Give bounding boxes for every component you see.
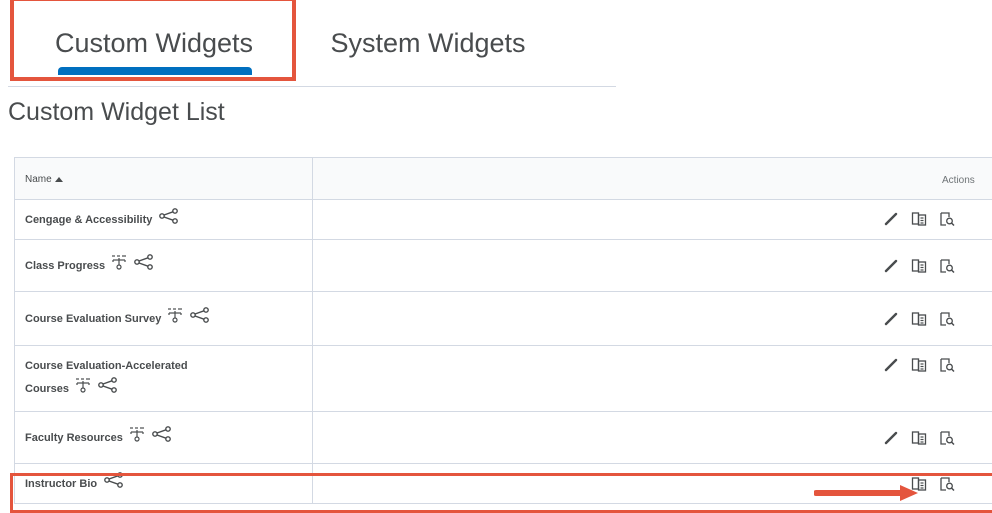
tab-system-widgets[interactable]: System Widgets bbox=[308, 0, 548, 86]
edit-icon[interactable] bbox=[883, 211, 899, 227]
actions-column-header: Actions bbox=[942, 175, 975, 186]
share-icon bbox=[189, 307, 211, 331]
preview-icon[interactable] bbox=[939, 357, 955, 373]
org-hierarchy-icon bbox=[167, 307, 183, 331]
edit-icon[interactable] bbox=[883, 311, 899, 327]
column-divider bbox=[312, 158, 313, 199]
widget-name-line: Cengage & Accessibility bbox=[25, 208, 180, 232]
column-divider bbox=[312, 200, 313, 239]
widget-name-cell: Course Evaluation Survey bbox=[25, 307, 211, 331]
page-title: Custom Widget List bbox=[8, 98, 225, 126]
row-actions bbox=[883, 476, 955, 492]
widget-name-link[interactable]: Faculty Resources bbox=[25, 427, 123, 449]
preview-icon[interactable] bbox=[939, 258, 955, 274]
widget-name-cell: Course Evaluation-Accelerated Courses bbox=[25, 355, 188, 401]
copy-icon[interactable] bbox=[911, 311, 927, 327]
column-divider bbox=[312, 464, 313, 503]
table-row: Course Evaluation Survey bbox=[14, 292, 992, 346]
widget-name-cell: Faculty Resources bbox=[25, 426, 173, 450]
tab-system-widgets-label: System Widgets bbox=[330, 27, 526, 58]
table-row: Faculty Resources bbox=[14, 412, 992, 464]
row-actions bbox=[883, 430, 955, 446]
preview-icon[interactable] bbox=[939, 430, 955, 446]
column-divider bbox=[312, 292, 313, 345]
copy-icon[interactable] bbox=[911, 258, 927, 274]
column-divider bbox=[312, 240, 313, 291]
share-icon bbox=[158, 208, 180, 232]
widget-name-line: Courses bbox=[25, 377, 188, 401]
share-icon bbox=[97, 377, 119, 401]
table-row: Instructor Bio bbox=[14, 464, 992, 504]
widget-name-line: Course Evaluation Survey bbox=[25, 307, 211, 331]
widget-name-line: Course Evaluation-Accelerated bbox=[25, 355, 188, 377]
org-hierarchy-icon bbox=[111, 254, 127, 278]
widget-name-link[interactable]: Instructor Bio bbox=[25, 473, 97, 495]
copy-icon[interactable] bbox=[911, 476, 927, 492]
share-icon bbox=[133, 254, 155, 278]
name-column-header[interactable]: Name bbox=[25, 174, 63, 185]
actions-spacer bbox=[883, 476, 899, 492]
share-icon bbox=[151, 426, 173, 450]
widget-name-line: Class Progress bbox=[25, 254, 155, 278]
widget-name-cell: Class Progress bbox=[25, 254, 155, 278]
sort-ascending-icon bbox=[54, 177, 63, 182]
edit-icon[interactable] bbox=[883, 258, 899, 274]
share-icon bbox=[103, 472, 125, 496]
table-header-row: Name Actions bbox=[14, 158, 992, 200]
column-divider bbox=[312, 412, 313, 463]
preview-icon[interactable] bbox=[939, 211, 955, 227]
row-actions bbox=[883, 258, 955, 274]
copy-icon[interactable] bbox=[911, 357, 927, 373]
column-divider bbox=[312, 346, 313, 411]
widget-name-line: Faculty Resources bbox=[25, 426, 173, 450]
widget-name-link[interactable]: Cengage & Accessibility bbox=[25, 209, 152, 231]
table-row: Class Progress bbox=[14, 240, 992, 292]
row-actions bbox=[883, 311, 955, 327]
widget-name-cell: Instructor Bio bbox=[25, 472, 125, 496]
copy-icon[interactable] bbox=[911, 430, 927, 446]
tab-custom-widgets-label: Custom Widgets bbox=[54, 27, 254, 58]
active-tab-indicator bbox=[58, 67, 252, 75]
widget-name-link[interactable]: Course Evaluation Survey bbox=[25, 308, 161, 330]
widget-name-link[interactable]: Courses bbox=[25, 378, 69, 400]
widget-name-link[interactable]: Course Evaluation-Accelerated bbox=[25, 355, 188, 377]
org-hierarchy-icon bbox=[129, 426, 145, 450]
row-actions bbox=[883, 211, 955, 227]
table-row: Course Evaluation-Accelerated Courses bbox=[14, 346, 992, 412]
org-hierarchy-icon bbox=[75, 377, 91, 401]
widget-name-line: Instructor Bio bbox=[25, 472, 125, 496]
widget-name-cell: Cengage & Accessibility bbox=[25, 208, 180, 232]
edit-icon[interactable] bbox=[883, 357, 899, 373]
name-header-label: Name bbox=[25, 174, 52, 185]
widget-name-link[interactable]: Class Progress bbox=[25, 255, 105, 277]
custom-widget-table: Name Actions Cengage & Accessibility Clas… bbox=[14, 157, 992, 504]
table-row: Cengage & Accessibility bbox=[14, 200, 992, 240]
edit-icon[interactable] bbox=[883, 430, 899, 446]
widget-tabs: Custom Widgets System Widgets bbox=[8, 0, 616, 87]
row-actions bbox=[883, 357, 955, 373]
copy-icon[interactable] bbox=[911, 211, 927, 227]
preview-icon[interactable] bbox=[939, 311, 955, 327]
preview-icon[interactable] bbox=[939, 476, 955, 492]
